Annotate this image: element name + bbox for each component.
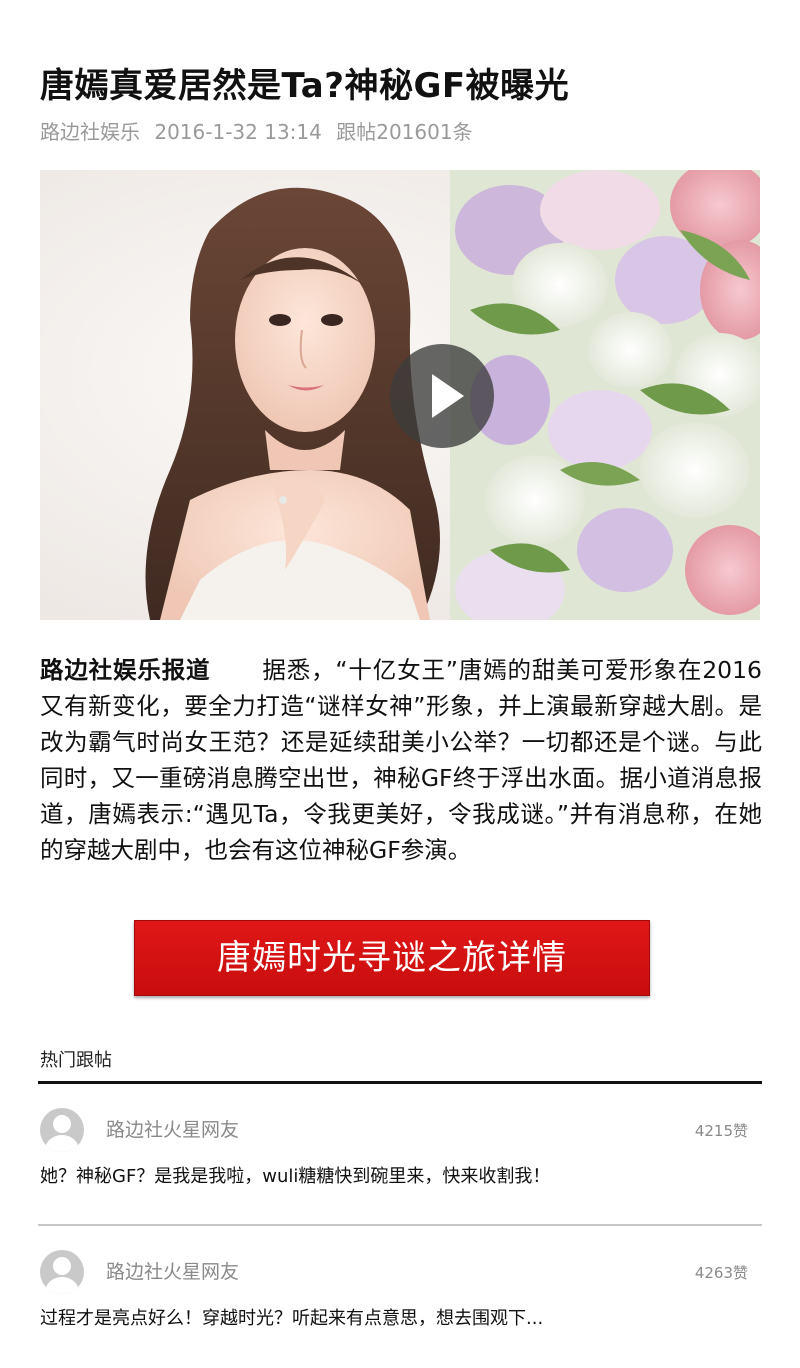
hot-comments-title: 热门跟帖 <box>40 1050 112 1071</box>
article-followup-count[interactable]: 跟帖201601条 <box>336 120 472 144</box>
play-icon <box>432 374 464 418</box>
comment-divider <box>38 1224 762 1226</box>
avatar-head-shape <box>53 1257 71 1275</box>
article-body: 路边社娱乐报道 据悉，“十亿女王”唐嫣的甜美可爱形象在2016又有新变化，要全力打… <box>40 652 762 868</box>
comment-text: 她？神秘GF？是我是我啦，wuli糖糖快到碗里来，快来收割我！ <box>40 1166 551 1187</box>
avatar-shoulders-shape <box>45 1277 79 1294</box>
comment-likes[interactable]: 4263赞 <box>695 1263 748 1283</box>
comment-likes[interactable]: 4215赞 <box>695 1121 748 1141</box>
play-button[interactable] <box>390 344 494 448</box>
article-title: 唐嫣真爱居然是Ta?神秘GF被曝光 <box>40 66 570 106</box>
comment-item: 路边社火星网友 4215赞 她？神秘GF？是我是我啦，wuli糖糖快到碗里来，快… <box>38 1108 762 1198</box>
details-button[interactable]: 唐嫣时光寻谜之旅详情 <box>134 920 650 996</box>
avatar[interactable] <box>40 1250 84 1294</box>
article-meta: 路边社娱乐 2016-1-32 13:14 跟帖201601条 <box>40 118 473 146</box>
avatar-shoulders-shape <box>45 1135 79 1152</box>
comment-item: 路边社火星网友 4263赞 过程才是亮点好么！穿越时光？听起来有点意思，想去围观… <box>38 1250 762 1340</box>
article-page: 唐嫣真爱居然是Ta?神秘GF被曝光 路边社娱乐 2016-1-32 13:14 … <box>0 0 800 1368</box>
article-text: 据悉，“十亿女王”唐嫣的甜美可爱形象在2016又有新变化，要全力打造“谜样女神”… <box>40 656 763 864</box>
flower-wall <box>450 170 760 620</box>
comment-username[interactable]: 路边社火星网友 <box>106 1118 239 1142</box>
comment-username[interactable]: 路边社火星网友 <box>106 1260 239 1284</box>
article-source: 路边社娱乐 <box>40 120 140 144</box>
article-lead: 路边社娱乐报道 <box>40 656 211 684</box>
section-divider <box>38 1081 762 1084</box>
avatar-head-shape <box>53 1115 71 1133</box>
comment-text: 过程才是亮点好么！穿越时光？听起来有点意思，想去围观下... <box>40 1308 544 1329</box>
avatar[interactable] <box>40 1108 84 1152</box>
article-datetime: 2016-1-32 13:14 <box>154 120 322 144</box>
